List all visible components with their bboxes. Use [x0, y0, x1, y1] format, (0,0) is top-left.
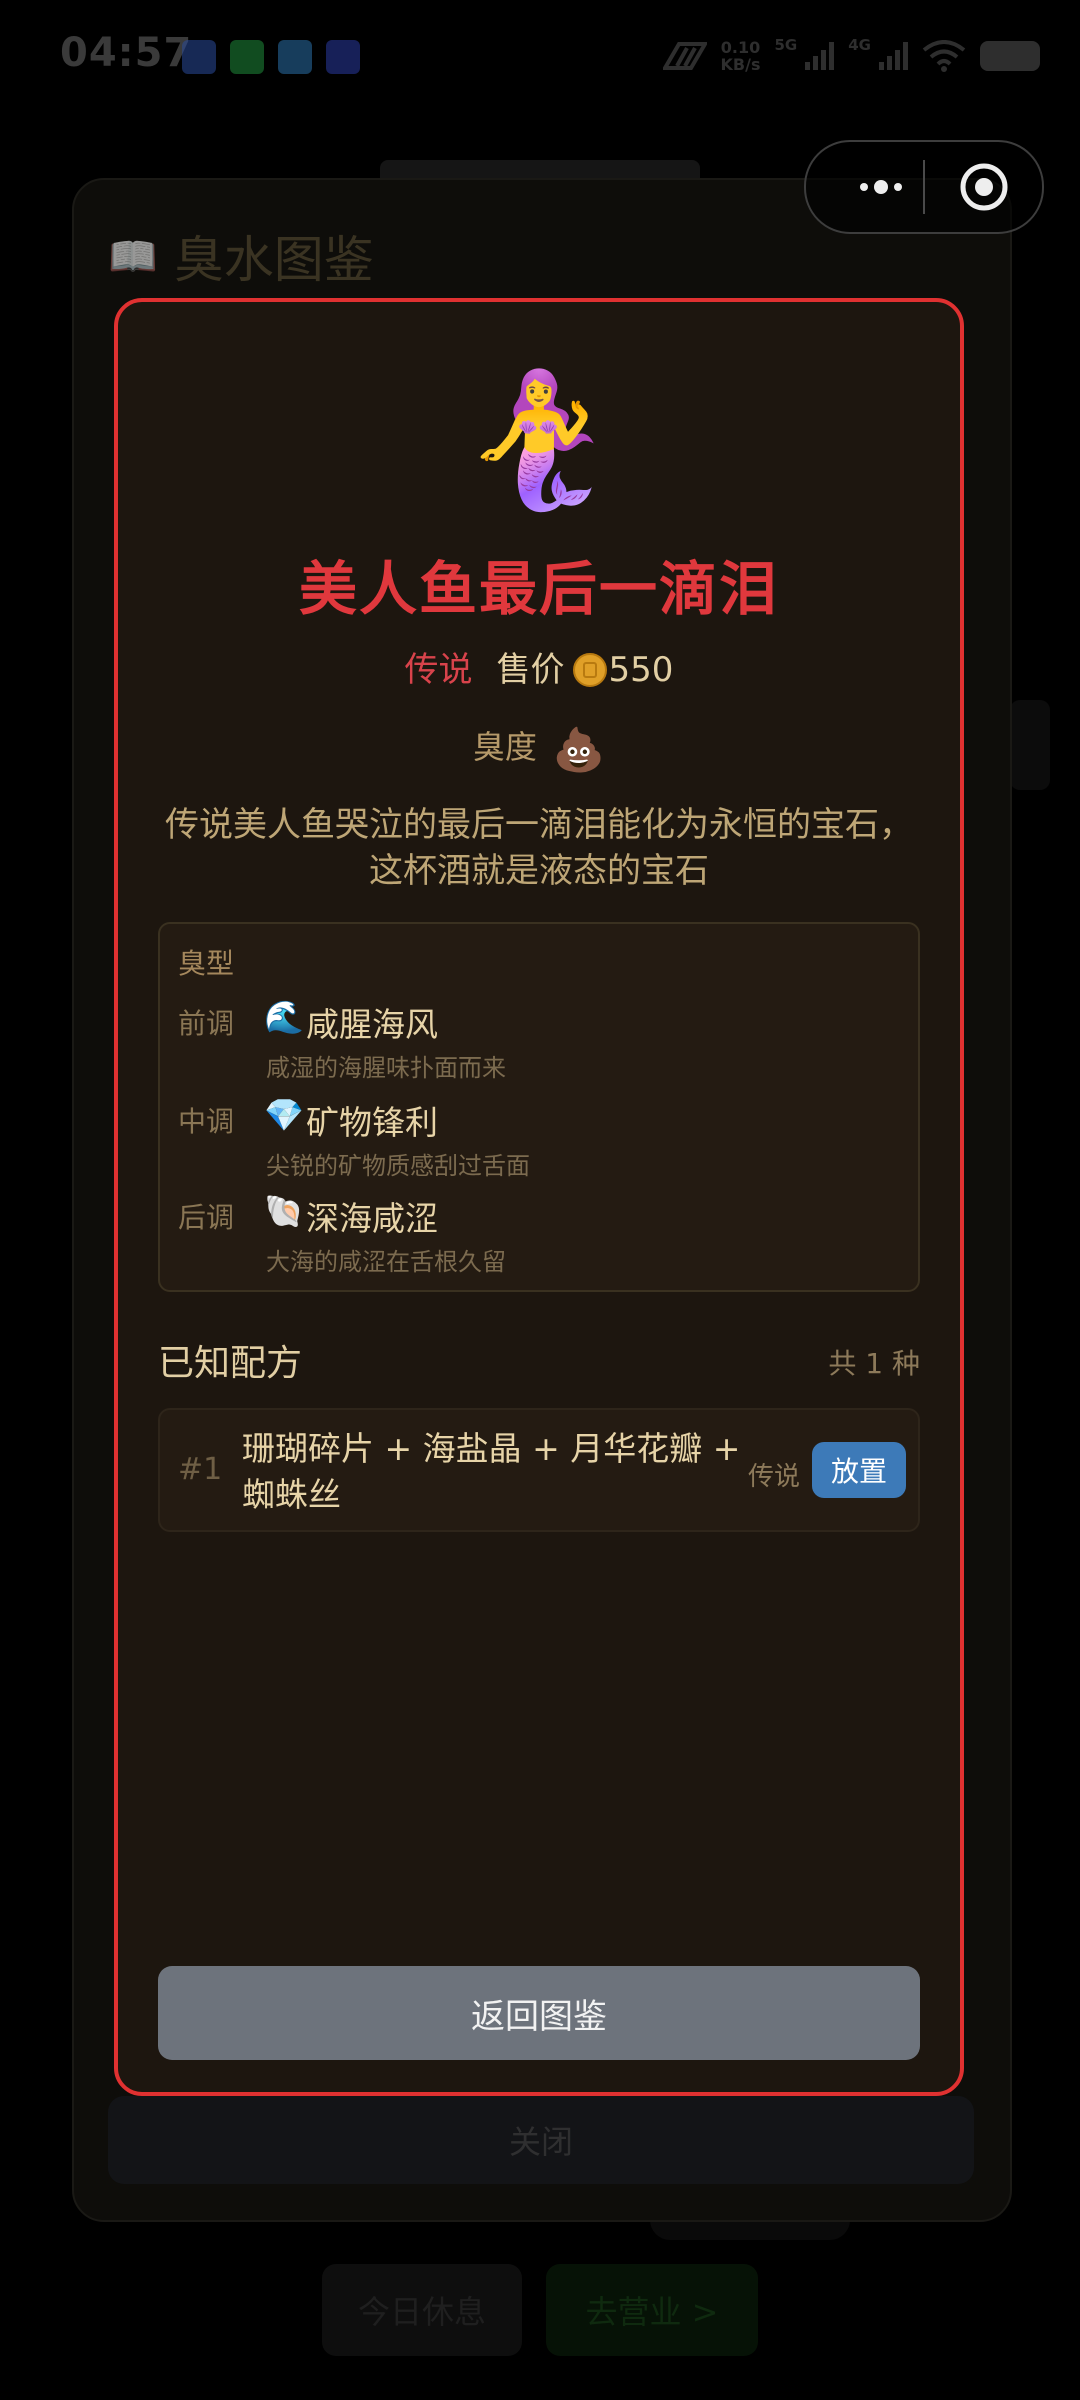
rest-today-button: 今日休息 [322, 2264, 522, 2356]
note-description: 大海的咸涩在舌根久留 [266, 1248, 506, 1276]
back-to-album-button[interactable]: 返回图鉴 [158, 1966, 920, 2060]
recipe-ingredients: 珊瑚碎片 + 海盐晶 + 月华花瓣 + 蜘蛛丝 [242, 1429, 741, 1514]
note-description: 尖锐的矿物质感刮过舌面 [266, 1152, 530, 1180]
album-close-button: 关闭 [108, 2096, 974, 2184]
stink-level: 臭度 💩 [118, 722, 960, 775]
known-recipes-title: 已知配方 [158, 1343, 303, 1384]
note-name: 深海咸涩 [306, 1199, 438, 1238]
nfc-icon [662, 42, 707, 70]
battery-icon [980, 41, 1040, 71]
album-title: 📖 臭水图鉴 [108, 220, 374, 292]
wifi-icon [922, 40, 966, 72]
dot-icon [894, 183, 902, 191]
poop-icon: 💩 [552, 725, 606, 774]
status-bar: 04:57 0.10 KB/s 5G 4G [0, 0, 1080, 110]
price-label: 售价 [496, 650, 565, 690]
price-value: 550 [608, 650, 674, 690]
open-shop-button: 去营业 > [546, 2264, 758, 2356]
mermaid-icon: 🧜‍♀️ [458, 363, 620, 515]
close-miniprogram-button[interactable] [958, 161, 1010, 213]
drink-description: 传说美人鱼哭泣的最后一滴泪能化为永恒的宝石， 这杯酒就是液态的宝石 [165, 805, 913, 891]
wave-icon: 🌊 [264, 998, 304, 1036]
miniprogram-capsule [804, 140, 1044, 234]
signal-icon [805, 42, 835, 70]
app-notification-icon [278, 40, 312, 74]
sim2-network-type: 4G [848, 36, 871, 54]
recipe-row: #1 珊瑚碎片 + 海盐晶 + 月华花瓣 + 蜘蛛丝 传说 放置 [158, 1408, 920, 1532]
note-label: 中调 [178, 1105, 235, 1138]
stink-profile-card: 臭型 前调 🌊 咸腥海风 咸湿的海腥味扑面而来 中调 💎 矿物锋利 尖锐的矿物质… [158, 922, 920, 1292]
book-icon: 📖 [108, 233, 158, 280]
dot-icon [860, 183, 868, 191]
wechat-icon [230, 40, 264, 74]
note-label: 前调 [178, 1007, 235, 1040]
status-time: 04:57 [60, 30, 193, 76]
coin-icon [572, 653, 607, 687]
dot-icon [874, 180, 888, 194]
drink-name: 美人鱼最后一滴泪 [298, 555, 779, 623]
gem-icon: 💎 [264, 1096, 304, 1134]
drink-meta: 传说 售价 550 [118, 642, 960, 691]
note-description: 咸湿的海腥味扑面而来 [266, 1054, 506, 1082]
more-options-button[interactable] [836, 142, 926, 232]
app-notification-icon [182, 40, 216, 74]
note-label: 后调 [178, 1201, 235, 1234]
drink-detail-modal: 🧜‍♀️ 美人鱼最后一滴泪 传说 售价 550 臭度 💩 传说美人鱼哭泣的最后一滴泪能… [114, 298, 964, 2096]
note-name: 咸腥海风 [306, 1005, 438, 1044]
shell-icon: 🐚 [264, 1192, 304, 1230]
vivo-icon [326, 40, 360, 74]
album-title-text: 臭水图鉴 [173, 231, 374, 289]
recipe-rarity: 传说 [748, 1462, 801, 1492]
recipe-index: #1 [178, 1452, 223, 1487]
status-right: 0.10 KB/s 5G 4G [662, 36, 1040, 76]
place-recipe-button[interactable]: 放置 [812, 1442, 906, 1498]
rarity-badge: 传说 [404, 650, 473, 690]
profile-title: 臭型 [178, 947, 235, 980]
signal-icon [879, 42, 908, 70]
background-side-tab [1010, 700, 1050, 790]
note-name: 矿物锋利 [306, 1103, 438, 1142]
net-speed: 0.10 KB/s [720, 38, 761, 74]
capsule-divider [923, 160, 925, 214]
stink-label: 臭度 [472, 728, 537, 766]
sim1-network-type: 5G [774, 36, 798, 54]
recipes-count: 共 1 种 [828, 1347, 920, 1380]
